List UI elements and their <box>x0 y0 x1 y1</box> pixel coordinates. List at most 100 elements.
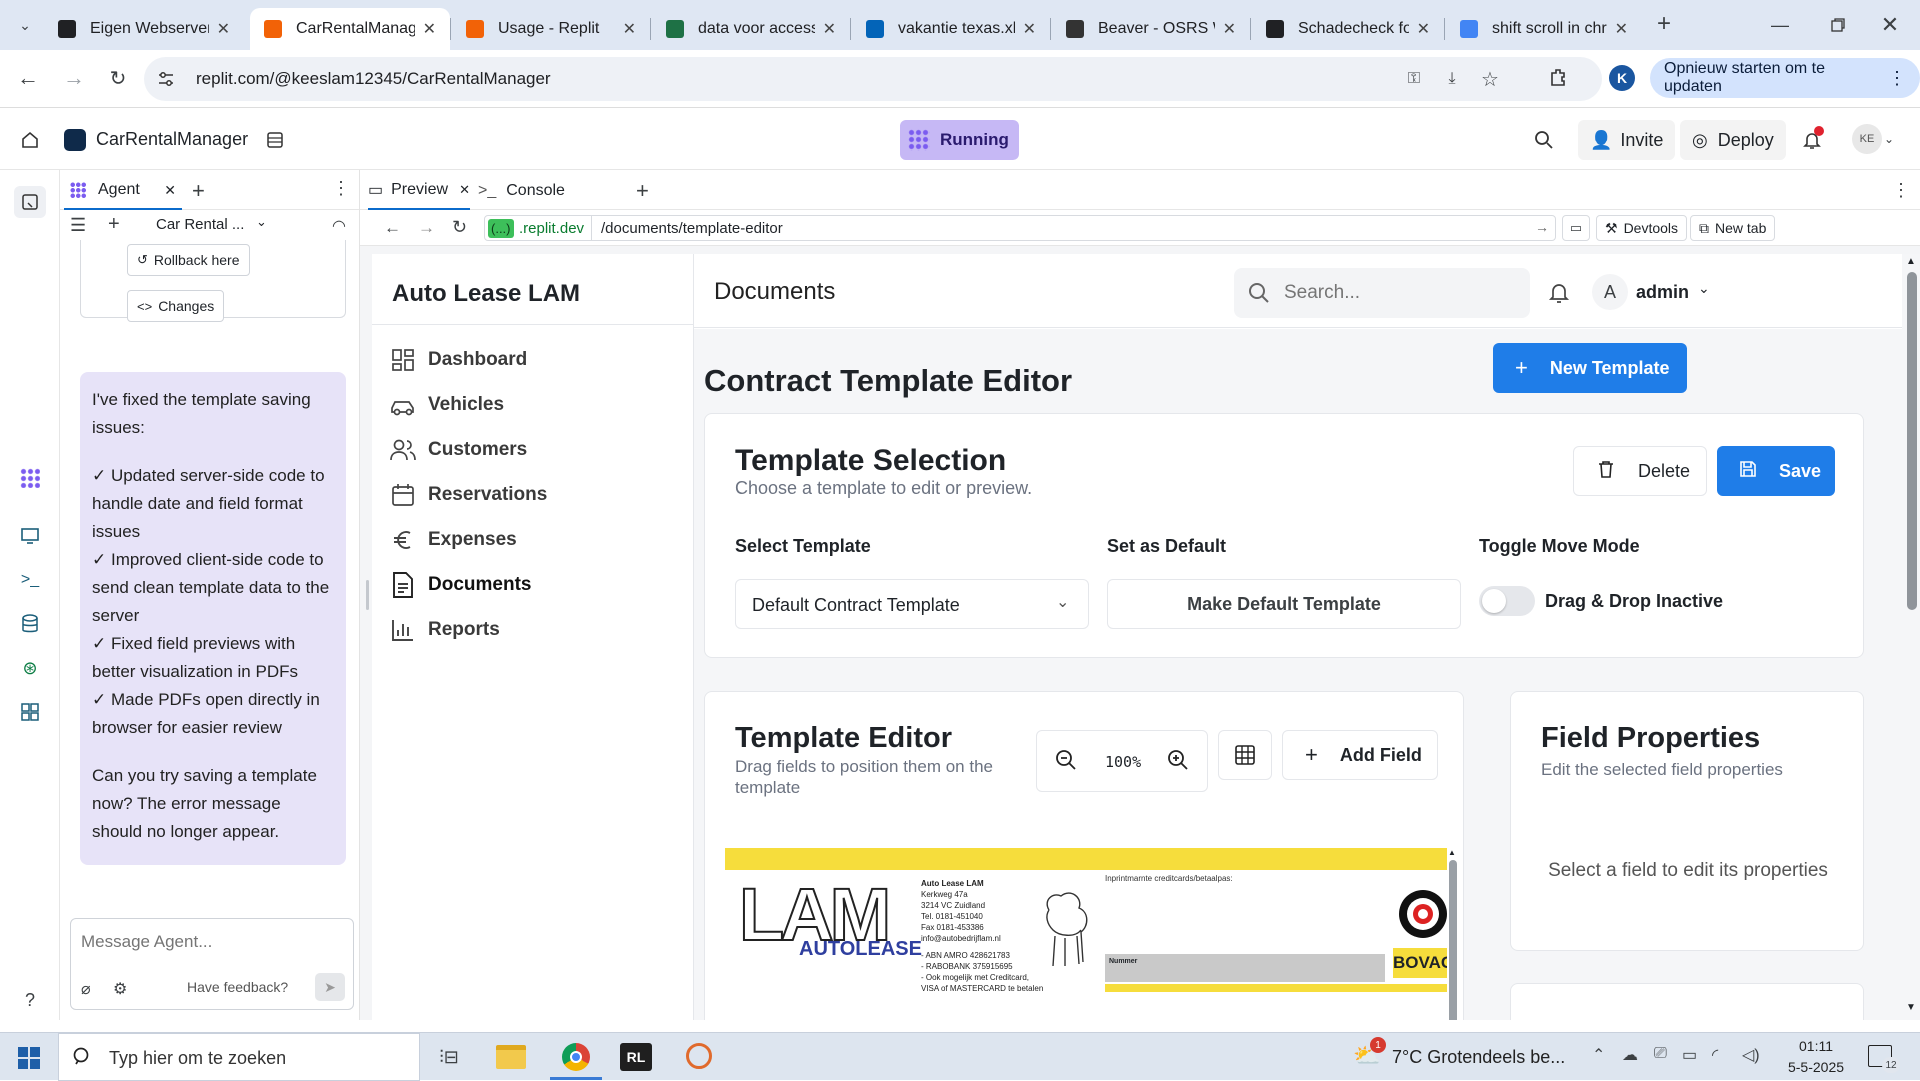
onedrive-icon[interactable]: ☁ <box>1622 1045 1638 1065</box>
go-arrow-icon[interactable]: → <box>1535 219 1549 235</box>
deploy-button[interactable]: ◎ Deploy <box>1680 120 1786 160</box>
scroll-up-icon[interactable]: ▲ <box>1906 256 1916 267</box>
grid-toggle-icon[interactable] <box>1218 730 1272 780</box>
close-tab-icon[interactable]: ✕ <box>423 19 436 39</box>
agent-rail-icon[interactable] <box>20 468 40 488</box>
weather-text[interactable]: 7°C Grotendeels be... <box>1392 1047 1565 1068</box>
nav-item-documents[interactable]: Documents <box>390 565 676 605</box>
close-tab-icon[interactable]: ✕ <box>623 19 636 39</box>
user-avatar[interactable]: KE <box>1852 124 1882 154</box>
site-info-icon[interactable] <box>156 69 176 89</box>
run-status-button[interactable]: Running <box>900 120 1019 160</box>
help-icon[interactable]: ? <box>18 988 42 1012</box>
chrome-icon[interactable] <box>562 1043 590 1071</box>
password-key-icon[interactable]: ⚿ <box>1402 69 1426 89</box>
console-rail-icon[interactable]: >_ <box>18 570 42 590</box>
close-tab-icon[interactable]: ✕ <box>823 19 836 39</box>
task-view-icon[interactable]: ⫶⊟ <box>436 1045 462 1069</box>
user-chevron-icon[interactable]: ⌄ <box>1698 280 1710 297</box>
user-name[interactable]: admin <box>1636 282 1689 303</box>
changes-button[interactable]: <> Changes <box>127 290 225 322</box>
browser-tab[interactable]: vakantie texas.xls ✕ <box>852 8 1050 50</box>
avatar-chevron-icon[interactable]: ⌄ <box>1884 132 1894 146</box>
project-name[interactable]: CarRentalManager <box>96 129 248 150</box>
app-rl-icon[interactable]: RL <box>620 1043 652 1071</box>
browser-tab[interactable]: Beaver - OSRS W ✕ <box>1052 8 1250 50</box>
close-agent-tab-icon[interactable]: ✕ <box>164 182 176 199</box>
app-bell-icon[interactable] <box>1546 280 1572 306</box>
apps-rail-icon[interactable] <box>18 700 42 724</box>
volume-icon[interactable]: ◁) <box>1742 1045 1760 1065</box>
scroll-down-icon[interactable]: ▼ <box>1906 1002 1916 1013</box>
taskbar-search[interactable]: Typ hier om te zoeken <box>58 1033 420 1081</box>
browser-tab[interactable]: shift scroll in chr ✕ <box>1446 8 1642 50</box>
add-preview-tab-icon[interactable]: + <box>636 178 649 204</box>
canvas-scroll-thumb[interactable] <box>1449 860 1457 1020</box>
reload-icon[interactable]: ↻ <box>104 64 132 92</box>
devtools-button[interactable]: ⚒ Devtools <box>1596 215 1688 241</box>
app-brand[interactable]: Auto Lease LAM <box>392 280 580 308</box>
thread-chevron-icon[interactable]: ⌄ <box>256 214 267 230</box>
install-app-icon[interactable]: ⤓ <box>1440 69 1464 89</box>
tab-search-icon[interactable]: ⌄ <box>14 14 36 36</box>
browser-tab[interactable]: Schadecheck for ✕ <box>1252 8 1444 50</box>
close-tab-icon[interactable]: ✕ <box>1023 19 1036 39</box>
page-scrollbar[interactable]: ▲ ▼ <box>1902 254 1920 1020</box>
extensions-icon[interactable] <box>1544 63 1572 91</box>
panel-resize-handle[interactable] <box>366 580 369 610</box>
template-canvas[interactable]: LAM AUTOLEASE Auto Lease LAM Kerkweg 47a… <box>725 848 1447 1020</box>
rollback-button[interactable]: ↺ Rollback here <box>127 244 250 276</box>
nav-item-customers[interactable]: Customers <box>390 430 676 470</box>
send-icon[interactable]: ➤ <box>315 973 345 1001</box>
preview-more-icon[interactable]: ⋮ <box>1892 180 1910 201</box>
close-tab-icon[interactable]: ✕ <box>1615 19 1628 39</box>
move-mode-toggle[interactable] <box>1479 586 1535 616</box>
app-search[interactable] <box>1234 268 1530 318</box>
invite-button[interactable]: 👤 Invite <box>1578 120 1676 160</box>
app-search-input[interactable] <box>1284 280 1514 306</box>
canvas-scroll-up-icon[interactable]: ▲ <box>1448 848 1456 857</box>
thread-title[interactable]: Car Rental ... <box>156 216 244 233</box>
close-tab-icon[interactable]: ✕ <box>217 19 230 39</box>
back-icon[interactable]: ← <box>14 64 42 92</box>
profile-avatar[interactable]: K <box>1609 65 1635 91</box>
threads-list-icon[interactable]: ☰ <box>70 215 86 236</box>
template-select[interactable]: Default Contract Template ⌄ <box>735 579 1089 629</box>
agent-speed-icon[interactable]: ◠ <box>332 216 346 236</box>
save-button[interactable]: Save <box>1717 446 1835 496</box>
search-icon[interactable] <box>1532 128 1556 152</box>
wifi-icon[interactable]: ◜ <box>1712 1045 1718 1065</box>
close-tab-icon[interactable]: ✕ <box>1417 19 1430 39</box>
device-icon[interactable]: ▭ <box>1562 215 1590 241</box>
new-thread-icon[interactable]: + <box>108 213 120 236</box>
browser-tab[interactable]: Usage - Replit ✕ <box>452 8 650 50</box>
minimize-icon[interactable]: — <box>1765 10 1795 40</box>
nav-item-expenses[interactable]: Expenses <box>390 520 676 560</box>
agent-message-input[interactable] <box>81 929 341 955</box>
close-preview-tab-icon[interactable]: ✕ <box>459 182 470 198</box>
canvas-scrollbar[interactable]: ▲ <box>1447 848 1459 1020</box>
browser-tab[interactable]: data voor access ✕ <box>652 8 850 50</box>
forward-icon[interactable]: → <box>60 64 88 92</box>
new-template-button[interactable]: + New Template <box>1493 343 1687 393</box>
tray-chevron-icon[interactable]: ⌃ <box>1592 1045 1605 1065</box>
browser-tab[interactable]: CarRentalManager ✕ <box>250 8 450 50</box>
preview-forward-icon[interactable]: → <box>418 218 435 238</box>
delete-button[interactable]: Delete <box>1573 446 1707 496</box>
browser-tab[interactable]: Eigen Webserver ✕ <box>44 8 244 50</box>
tab-preview[interactable]: ▭ Preview ✕ <box>368 172 470 210</box>
nav-item-dashboard[interactable]: Dashboard <box>390 340 676 380</box>
agent-more-icon[interactable]: ⋮ <box>332 178 350 199</box>
preview-rail-icon[interactable] <box>18 526 42 546</box>
preview-back-icon[interactable]: ← <box>384 218 401 238</box>
user-initial-avatar[interactable]: A <box>1592 274 1628 310</box>
tab-console[interactable]: >_ Console <box>478 172 596 210</box>
nav-item-reservations[interactable]: Reservations <box>390 475 676 515</box>
database-rail-icon[interactable] <box>18 612 42 636</box>
close-window-icon[interactable]: ✕ <box>1875 10 1905 40</box>
file-explorer-icon[interactable] <box>496 1045 526 1069</box>
new-tab-plus-icon[interactable]: + <box>1650 10 1678 38</box>
close-tab-icon[interactable]: ✕ <box>1223 19 1236 39</box>
toggle-sidebar-icon[interactable] <box>14 186 46 218</box>
update-button[interactable]: Opnieuw starten om te updaten ⋮ <box>1650 58 1920 98</box>
